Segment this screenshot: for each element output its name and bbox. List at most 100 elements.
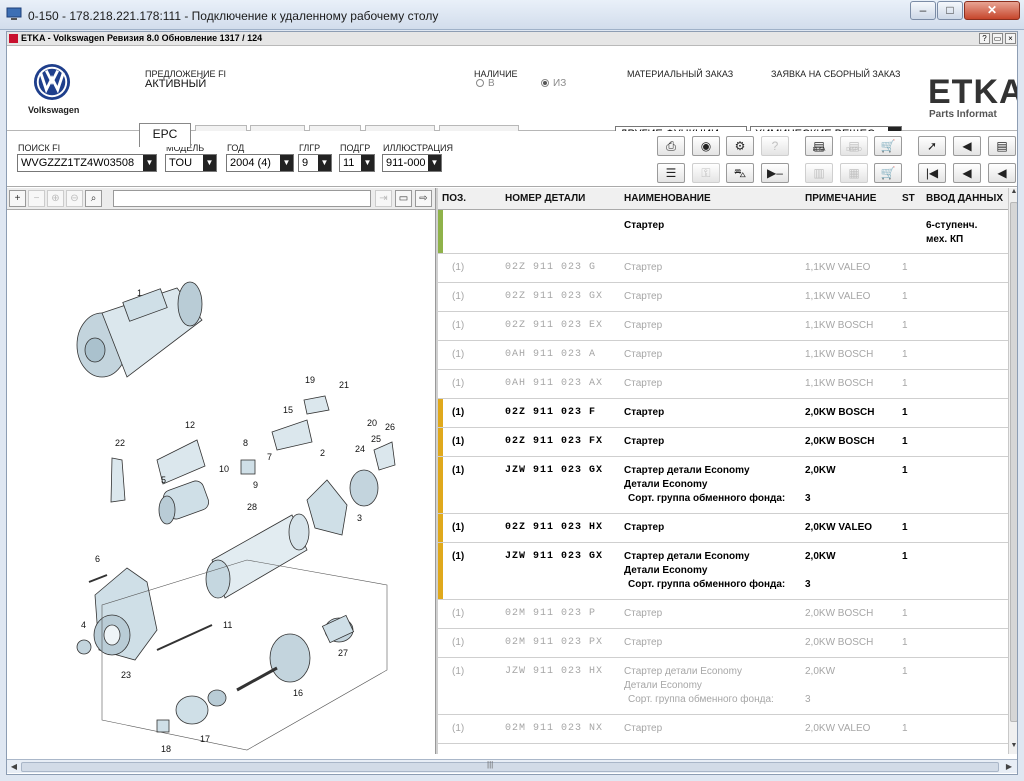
scroll-thumb[interactable] [1010,202,1017,722]
diagram-search-input[interactable] [113,190,371,207]
close-button[interactable]: ✕ [964,1,1020,20]
podgr-select[interactable]: 11 ▼ [339,154,375,172]
callout-9[interactable]: 9 [253,480,258,490]
glgr-select[interactable]: 9 ▼ [298,154,332,172]
fi-search-input[interactable]: WVGZZZ1TZ4W03508 ▼ [17,154,157,172]
callout-21[interactable]: 21 [339,380,349,390]
callout-25[interactable]: 25 [371,434,381,444]
prev-page-icon[interactable]: ◀ [953,163,981,183]
callout-6[interactable]: 6 [95,554,100,564]
callout-26[interactable]: 26 [385,422,395,432]
year-select[interactable]: 2004 (4) ▼ [226,154,294,172]
parts-illustration[interactable]: 1 19 21 15 20 26 12 22 8 2 25 24 7 10 9 … [7,210,435,754]
minimize-button[interactable]: – [910,1,936,20]
col-data-entry[interactable]: ВВОД ДАННЫХ [926,193,1003,204]
callout-22[interactable]: 22 [115,438,125,448]
play-minus-icon[interactable]: ▶– [761,163,789,183]
callout-11[interactable]: 11 [223,620,232,630]
restore-icon[interactable]: ▭ [992,33,1003,44]
table-row[interactable]: (1) 0AH 911 023 AX Стартер 1,1KW BOSCH 1 [438,370,1008,399]
page-icon[interactable]: ▤ [988,136,1016,156]
arrow-disabled-icon[interactable]: ⇥ [375,190,392,207]
table-row[interactable]: (1) 02M 911 023 P Стартер 2,0KW BOSCH 1 [438,600,1008,629]
app-close-icon[interactable]: × [1005,33,1016,44]
table-row[interactable]: (1) 02Z 911 023 FX Стартер 2,0KW BOSCH 1 [438,428,1008,457]
col-pos[interactable]: ПОЗ. [442,193,466,204]
col-name[interactable]: НАИМЕНОВАНИЕ [624,193,711,204]
print-icon[interactable]: ⎙ [657,136,685,156]
page-back-icon[interactable]: ◀ [953,136,981,156]
table-row[interactable]: (1) 02Z 911 023 EX Стартер 1,1KW BOSCH 1 [438,312,1008,341]
disc-icon[interactable]: ◉ [692,136,720,156]
scroll-left-icon[interactable]: ◀ [8,761,20,773]
callout-17[interactable]: 17 [200,734,210,744]
cart-list-icon[interactable]: 🛒 [874,163,902,183]
parts-disabled-icon[interactable]: ▥ [805,163,833,183]
elsa-button[interactable]: ▤ ELSA [805,136,833,156]
callout-16[interactable]: 16 [293,688,303,698]
group-row[interactable]: Стартер 6-ступенч. мех. КП [438,210,1008,254]
table-row[interactable]: (1) 02Z 911 023 G Стартер 1,1KW VALEO 1 [438,254,1008,283]
col-note[interactable]: ПРИМЕЧАНИЕ [805,193,876,204]
illustration-select[interactable]: 911-000 ▼ [382,154,442,172]
callout-10[interactable]: 10 [219,464,229,474]
callout-15[interactable]: 15 [283,405,293,415]
table-row[interactable]: (1) 02Z 911 023 HX Стартер 2,0KW VALEO 1 [438,514,1008,543]
callout-27[interactable]: 27 [338,648,348,658]
material-order-link[interactable]: МАТЕРИАЛЬНЫЙ ЗАКАЗ [627,69,733,79]
tab-epc[interactable]: EPC [139,123,191,147]
zoom-area-icon[interactable]: ⊖ [66,190,83,207]
callout-4[interactable]: 4 [81,620,86,630]
callout-18[interactable]: 18 [161,744,171,754]
hscroll-thumb[interactable] [21,762,999,772]
table-row[interactable]: (1) 02Z 911 023 F Стартер 2,0KW BOSCH 1 [438,399,1008,428]
vehicle-icon[interactable]: ⛍ [726,163,754,183]
model-select[interactable]: TOU ▼ [165,154,217,172]
callout-28[interactable]: 28 [247,502,257,512]
scroll-up-icon[interactable]: ▲ [1009,188,1017,199]
zoom-fit-icon[interactable]: ⊕ [47,190,64,207]
callout-1[interactable]: 1 [137,288,142,298]
callout-7[interactable]: 7 [267,452,272,462]
car-parts-icon[interactable]: ⚙ [726,136,754,156]
table-row[interactable]: (1) 02M 911 023 PX Стартер 2,0KW BOSCH 1 [438,629,1008,658]
table-row[interactable]: (1) JZW 911 023 GX Стартер детали Economy 2… [438,543,1008,600]
key-icon[interactable]: ⚿ [692,163,720,183]
callout-19[interactable]: 19 [305,375,315,385]
assembly-order-link[interactable]: ЗАЯВКА НА СБОРНЫЙ ЗАКАЗ [771,69,900,79]
table-row[interactable]: (1) 02M 911 023 NX Стартер 2,0KW VALEO 1 [438,715,1008,744]
zoom-out-icon[interactable]: − [28,190,45,207]
doc-disabled-icon[interactable]: ▦ [840,163,868,183]
callout-20[interactable]: 20 [367,418,377,428]
callout-3[interactable]: 3 [357,513,362,523]
expand-icon[interactable]: ⇨ [415,190,432,207]
col-st[interactable]: ST [902,193,915,204]
table-row[interactable]: (1) JZW 911 023 HX Стартер детали Economy 2… [438,658,1008,715]
availability-radio-in[interactable]: В [476,78,495,89]
next-page-icon[interactable]: ◀ [988,163,1016,183]
callout-2[interactable]: 2 [320,448,325,458]
callout-12[interactable]: 12 [185,420,195,430]
table-row[interactable]: (1) JZW 911 023 GX Стартер детали Economy 2… [438,457,1008,514]
maximize-button[interactable]: □ [937,1,963,20]
search-icon[interactable]: ⌕ [85,190,102,207]
help-query-icon[interactable]: ? [761,136,789,156]
vertical-scrollbar[interactable]: ▲ ▼ [1008,188,1017,754]
cart-icon[interactable]: 🛒 [874,136,902,156]
col-part-number[interactable]: НОМЕР ДЕТАЛИ [505,193,585,204]
availability-radio-from[interactable]: ИЗ [541,78,566,89]
callout-23[interactable]: 23 [121,670,131,680]
layout-icon[interactable]: ▭ [395,190,412,207]
first-page-icon[interactable]: |◀ [918,163,946,183]
callout-8[interactable]: 8 [243,438,248,448]
list-icon[interactable]: ☰ [657,163,685,183]
scroll-down-icon[interactable]: ▼ [1009,742,1017,753]
scroll-right-icon[interactable]: ▶ [1003,761,1015,773]
callout-24[interactable]: 24 [355,444,365,454]
table-row[interactable]: (1) 0AH 911 023 A Стартер 1,1KW BOSCH 1 [438,341,1008,370]
help-button[interactable]: ? [979,33,990,44]
callout-5[interactable]: 5 [161,475,166,485]
zoom-in-icon[interactable]: + [9,190,26,207]
table-row[interactable]: (1) 02Z 911 023 GX Стартер 1,1KW VALEO 1 [438,283,1008,312]
dispo-button[interactable]: ▤ DISPO [840,136,868,156]
